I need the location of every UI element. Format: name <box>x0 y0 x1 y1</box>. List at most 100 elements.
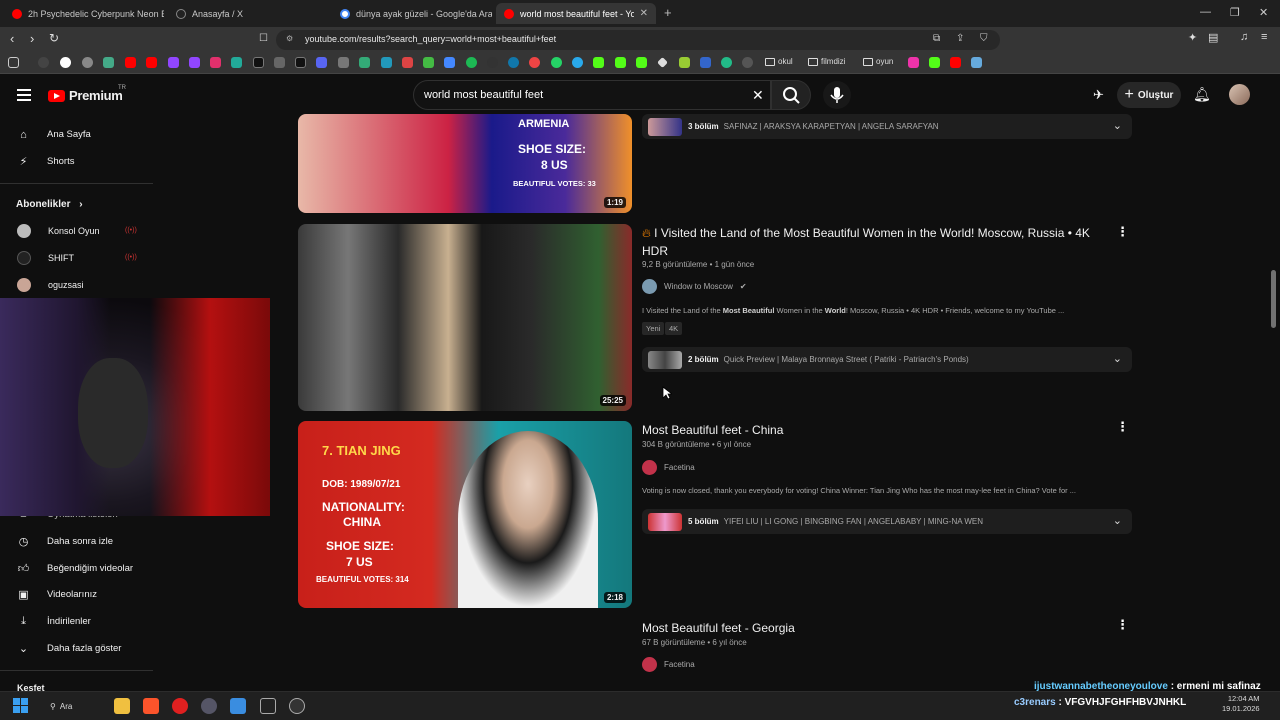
sidebar-subscriptions-header[interactable]: Abonelikler › <box>16 199 83 210</box>
sidebar-item-liked[interactable]: 👍︎ Beğendiğim videolar <box>17 562 133 575</box>
more-options-icon[interactable]: ⋮ <box>1116 224 1129 240</box>
bookmark-icon[interactable]: ☐ <box>259 33 268 44</box>
tab-x[interactable]: Anasayfa / X <box>168 3 328 24</box>
tab-google[interactable]: dünya ayak güzeli - Google'da Ara <box>332 3 492 24</box>
bookmark-folder-okul[interactable]: okul <box>765 57 793 66</box>
bookmark-icon[interactable] <box>971 57 982 68</box>
bookmark-gmail-icon[interactable] <box>402 57 413 68</box>
clear-search-icon[interactable]: ✕ <box>752 87 764 104</box>
sidebar-item-oguzsasi[interactable]: oguzsasi <box>17 278 84 292</box>
site-info-icon[interactable]: ⚙ <box>286 34 293 43</box>
bookmark-icon[interactable] <box>103 57 114 68</box>
bookmark-whatsapp-icon[interactable] <box>551 57 562 68</box>
tab-youtube-active[interactable]: world most beautiful feet - YouT ✕ <box>496 3 656 24</box>
video-thumbnail[interactable]: ARMENIA SHOE SIZE: 8 US BEAUTIFUL VOTES:… <box>298 114 632 213</box>
chapters-bar[interactable]: 3 bölüm SAFINAZ | ARAKSYA KARAPETYAN | A… <box>642 114 1132 139</box>
bookmark-telegram-icon[interactable] <box>572 57 583 68</box>
bookmark-icon[interactable] <box>274 57 285 68</box>
channel-link[interactable]: Facetina <box>642 657 695 672</box>
youtube-premium-logo[interactable]: Premium TR <box>48 85 126 103</box>
bookmark-icon[interactable] <box>444 57 455 68</box>
apps-grid-icon[interactable] <box>8 57 19 68</box>
back-icon[interactable]: ‹ <box>10 31 14 46</box>
bookmark-twitch-icon[interactable] <box>168 57 179 68</box>
forward-icon[interactable]: › <box>30 31 34 46</box>
sidebar-item-your-videos[interactable]: ▣ Videolarınız <box>17 588 97 601</box>
bookmark-icon[interactable] <box>487 57 498 68</box>
bookmark-youtube-icon[interactable] <box>950 57 961 68</box>
sidebar-item-home[interactable]: ⌂ Ana Sayfa <box>17 128 91 141</box>
bookmark-icon[interactable] <box>908 57 919 68</box>
bookmark-icon[interactable] <box>82 57 93 68</box>
minimize-icon[interactable]: — <box>1200 6 1211 18</box>
cast-icon[interactable]: ✈ <box>1093 87 1104 103</box>
bookmark-folder-oyun[interactable]: oyun <box>863 57 893 66</box>
photos-icon[interactable] <box>230 698 246 714</box>
sidebar-item-show-more[interactable]: ⌄ Daha fazla göster <box>17 642 122 655</box>
more-options-icon[interactable]: ⋮ <box>1116 419 1129 435</box>
bookmark-kick-icon[interactable] <box>929 57 940 68</box>
share-icon[interactable]: ⇪ <box>956 33 964 44</box>
sidebar-item-shift[interactable]: SHIFT <box>17 251 74 265</box>
sidebar-item-shorts[interactable]: ⚡︎ Shorts <box>17 155 75 168</box>
shield-icon[interactable]: ⛉ <box>980 33 988 44</box>
app-icon[interactable] <box>289 698 305 714</box>
extensions-icon[interactable]: ✦ <box>1188 31 1197 44</box>
menu-icon[interactable]: ≡ <box>1261 31 1267 43</box>
bookmark-twitch-icon[interactable] <box>189 57 200 68</box>
bookmark-drive-icon[interactable] <box>423 57 434 68</box>
bookmark-icon[interactable] <box>381 57 392 68</box>
bookmark-discord-icon[interactable] <box>316 57 327 68</box>
bookmark-icon[interactable] <box>359 57 370 68</box>
bookmark-instagram-icon[interactable] <box>210 57 221 68</box>
bookmark-history-icon[interactable] <box>38 57 49 68</box>
notifications-bell-icon[interactable]: 🔔︎ <box>1193 86 1211 103</box>
bookmark-folder-filmdizi[interactable]: filmdizi <box>808 57 845 66</box>
chevron-down-icon[interactable]: ⌄ <box>1113 119 1122 132</box>
bookmark-kick-icon[interactable] <box>636 57 647 68</box>
bookmark-kick-icon[interactable] <box>615 57 626 68</box>
bookmark-youtube-icon[interactable] <box>125 57 136 68</box>
page-scrollbar[interactable] <box>1271 270 1276 328</box>
sidebar-item-downloads[interactable]: ⤓ İndirilenler <box>17 615 91 628</box>
sidebar-item-konsol-oyun[interactable]: Konsol Oyun <box>17 224 100 238</box>
bookmark-icon[interactable] <box>721 57 732 68</box>
app-icon[interactable] <box>260 698 276 714</box>
reload-icon[interactable]: ↻ <box>49 31 59 45</box>
hamburger-menu-icon[interactable] <box>17 89 31 101</box>
bookmark-tiktok-icon[interactable] <box>295 57 306 68</box>
chapters-bar[interactable]: 2 bölüm Quick Preview | Malaya Bronnaya … <box>642 347 1132 372</box>
restore-icon[interactable]: ❐ <box>1230 6 1240 19</box>
file-explorer-icon[interactable] <box>114 698 130 714</box>
bookmark-icon[interactable] <box>679 57 690 68</box>
bookmark-x-icon[interactable] <box>253 57 264 68</box>
close-tab-icon[interactable]: ✕ <box>640 8 648 19</box>
brave-browser-icon[interactable] <box>143 698 159 714</box>
bookmark-youtube-icon[interactable] <box>146 57 157 68</box>
windows-start-icon[interactable] <box>13 698 29 714</box>
chevron-down-icon[interactable]: ⌄ <box>1113 514 1122 527</box>
bookmark-icon[interactable] <box>700 57 711 68</box>
taskbar-search[interactable]: ⚲ Ara <box>50 697 100 715</box>
sidebar-toggle-icon[interactable]: ▤ <box>1208 31 1218 44</box>
chapters-bar[interactable]: 5 bölüm YIFEI LIU | LI GONG | BINGBING F… <box>642 509 1132 534</box>
create-button[interactable]: + Oluştur <box>1117 82 1181 108</box>
window-close-icon[interactable]: ✕ <box>1259 6 1268 19</box>
address-bar[interactable]: ⚙ youtube.com/results?search_query=world… <box>276 30 1000 50</box>
more-options-icon[interactable]: ⋮ <box>1116 617 1129 633</box>
bookmark-google-icon[interactable] <box>60 57 71 68</box>
account-avatar[interactable] <box>1229 84 1250 105</box>
bookmark-icon[interactable] <box>338 57 349 68</box>
bookmark-icon[interactable] <box>529 57 540 68</box>
channel-link[interactable]: Window to Moscow ✔ <box>642 279 747 294</box>
bookmark-spotify-icon[interactable] <box>466 57 477 68</box>
tab-cyberpunk[interactable]: 2h Psychedelic Cyberpunk Neon Bac <box>4 3 164 24</box>
video-thumbnail[interactable]: 25:25 <box>298 224 632 411</box>
video-title[interactable]: Most Beautiful feet - Georgia <box>642 619 795 637</box>
channel-link[interactable]: Facetina <box>642 460 695 475</box>
taskbar-clock[interactable]: 12:04 AM 19.01.2026 <box>1222 694 1260 714</box>
search-button[interactable] <box>771 80 811 110</box>
bookmark-icon[interactable] <box>657 57 668 68</box>
bookmark-kick-icon[interactable] <box>593 57 604 68</box>
voice-search-button[interactable] <box>823 81 851 109</box>
